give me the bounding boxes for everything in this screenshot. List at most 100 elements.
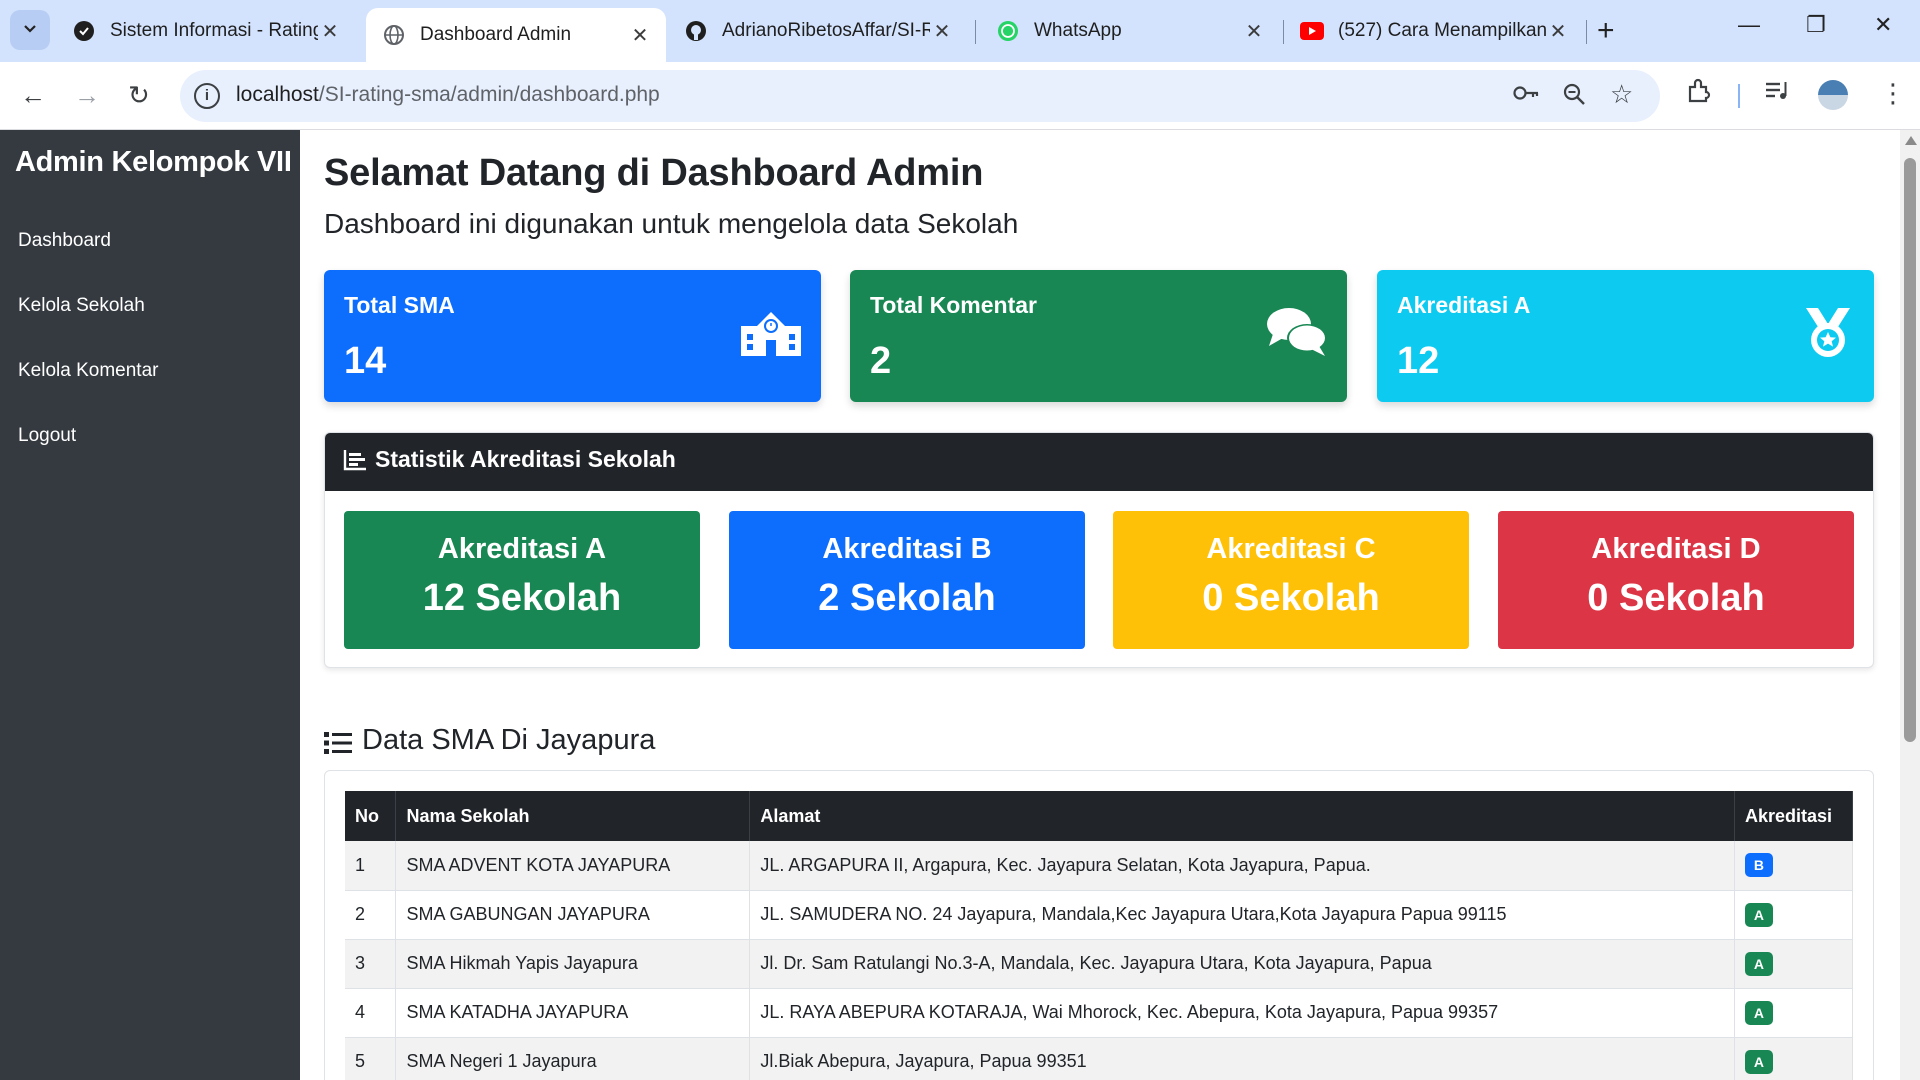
akreditasi-label: Akreditasi D [1591,533,1761,565]
column-header-alamat[interactable]: Alamat [749,791,1735,841]
cell-no: 5 [345,1037,397,1080]
cell-alamat: JL. ARGAPURA II, Argapura, Kec. Jayapura… [749,841,1735,891]
cell-no: 4 [345,988,397,1038]
column-header-nama-sekolah[interactable]: Nama Sekolah [395,791,751,841]
tab-title: (527) Cara Menampilkan [1338,20,1546,41]
media-queue-icon[interactable] [1764,78,1790,109]
akreditasi-badge: A [1744,1049,1773,1074]
close-icon[interactable]: ✕ [318,19,342,44]
column-header-akreditasi[interactable]: Akreditasi [1734,791,1854,841]
close-icon[interactable]: ✕ [930,19,954,44]
data-sma-heading: Data SMA Di Jayapura [324,724,655,757]
restore-icon[interactable]: ❐ [1806,12,1826,38]
close-icon[interactable]: ✕ [628,23,652,48]
akreditasi-c-box: Akreditasi C 0 Sekolah [1113,511,1469,649]
stat-value: 2 [870,340,892,382]
stat-label: Akreditasi A [1397,292,1531,318]
browser-toolbar: ← → ↻ i localhost/SI-rating-sma/admin/da… [0,62,1920,130]
forward-arrow-icon[interactable]: → [74,80,100,111]
stat-card-total-komentar: Total Komentar 2 [850,270,1347,402]
cell-akreditasi: B [1734,841,1854,891]
cell-akreditasi: A [1734,939,1854,989]
extensions-icon[interactable] [1686,78,1712,111]
reload-icon[interactable]: ↻ [128,80,150,111]
akreditasi-count: 0 Sekolah [1587,577,1765,619]
data-sma-table: No Nama Sekolah Alamat Akreditasi 1 SMA … [345,791,1854,1080]
minimize-icon[interactable]: — [1738,12,1760,38]
sidebar-item-kelola-sekolah[interactable]: Kelola Sekolah [18,295,145,317]
scrollbar-thumb[interactable] [1904,158,1916,742]
page-subtitle: Dashboard ini digunakan untuk mengelola … [324,208,1019,239]
back-arrow-icon[interactable]: ← [20,80,46,111]
akreditasi-badge: A [1744,951,1773,976]
table-row[interactable]: 1 SMA ADVENT KOTA JAYAPURA JL. ARGAPURA … [345,841,1854,891]
new-tab-plus-icon[interactable]: + [1597,14,1615,48]
tab-dashboard-admin[interactable]: Dashboard Admin ✕ [366,8,666,62]
key-icon[interactable] [1512,82,1540,110]
tab-separator [1586,20,1587,44]
site-favicon-icon [72,19,96,43]
akreditasi-count: 12 Sekolah [422,577,622,619]
tab-title: AdrianoRibetosAffar/SI-R [722,20,930,41]
akreditasi-count: 2 Sekolah [818,577,996,619]
cell-nama-sekolah: SMA GABUNGAN JAYAPURA [395,890,751,940]
main-content: Selamat Datang di Dashboard Admin Dashbo… [300,130,1900,1080]
section-title: Data SMA Di Jayapura [362,724,656,756]
panel-header: Statistik Akreditasi Sekolah [325,433,1873,491]
akreditasi-label: Akreditasi C [1206,533,1376,565]
stat-card-akreditasi-a: Akreditasi A 12 [1377,270,1874,402]
tab-search-button[interactable] [10,10,50,50]
browser-tab-bar: Sistem Informasi - Rating ✕ Dashboard Ad… [0,0,1920,62]
profile-avatar[interactable] [1818,80,1848,110]
cell-nama-sekolah: SMA Hikmah Yapis Jayapura [395,939,751,989]
url-text[interactable]: localhost/SI-rating-sma/admin/dashboard.… [236,83,660,107]
cell-no: 2 [345,890,397,940]
sidebar-item-dashboard[interactable]: Dashboard [18,230,111,252]
scroll-up-arrow-icon[interactable] [1905,136,1917,145]
sidebar-item-kelola-komentar[interactable]: Kelola Komentar [18,360,158,382]
chevron-down-icon [22,20,38,41]
window-close-icon[interactable]: ✕ [1874,12,1892,38]
table-row[interactable]: 2 SMA GABUNGAN JAYAPURA JL. SAMUDERA NO.… [345,890,1854,940]
tab-youtube[interactable]: (527) Cara Menampilkan ✕ [1284,8,1584,54]
youtube-icon [1300,19,1324,43]
column-header-no[interactable]: No [345,791,397,841]
akreditasi-count: 0 Sekolah [1202,577,1380,619]
globe-icon [382,23,406,47]
cell-akreditasi: A [1734,1037,1854,1080]
whatsapp-icon [996,19,1020,43]
bookmark-star-icon[interactable]: ☆ [1610,79,1633,110]
page-title: Selamat Datang di Dashboard Admin [324,152,984,194]
tab-separator [975,20,976,44]
toolbar-separator [1738,84,1740,108]
cell-akreditasi: A [1734,988,1854,1038]
table-row[interactable]: 5 SMA Negeri 1 Jayapura Jl.Biak Abepura,… [345,1037,1854,1080]
akreditasi-label: Akreditasi B [822,533,992,565]
cell-no: 1 [345,841,397,891]
cell-alamat: Jl. Dr. Sam Ratulangi No.3-A, Mandala, K… [749,939,1735,989]
address-bar[interactable]: i localhost/SI-rating-sma/admin/dashboar… [180,70,1660,122]
stat-card-total-sma: Total SMA 14 [324,270,821,402]
table-row[interactable]: 4 SMA KATADHA JAYAPURA JL. RAYA ABEPURA … [345,988,1854,1038]
close-icon[interactable]: ✕ [1242,19,1266,44]
close-icon[interactable]: ✕ [1546,19,1570,44]
cell-akreditasi: A [1734,890,1854,940]
tab-github[interactable]: AdrianoRibetosAffar/SI-R ✕ [668,8,968,54]
url-path: /SI-rating-sma/admin/dashboard.php [318,83,660,106]
stat-value: 12 [1397,340,1440,382]
table-row[interactable]: 3 SMA Hikmah Yapis Jayapura Jl. Dr. Sam … [345,939,1854,989]
tab-whatsapp[interactable]: WhatsApp ✕ [980,8,1280,54]
tab-title: WhatsApp [1034,20,1122,41]
akreditasi-b-box: Akreditasi B 2 Sekolah [729,511,1085,649]
zoom-icon[interactable] [1562,82,1586,112]
cell-alamat: JL. RAYA ABEPURA KOTARAJA, Wai Mhorock, … [749,988,1735,1038]
cell-alamat: Jl.Biak Abepura, Jayapura, Papua 99351 [749,1037,1735,1080]
sidebar-item-logout[interactable]: Logout [18,425,76,447]
site-info-icon[interactable]: i [194,83,220,109]
tab-sistem-informasi[interactable]: Sistem Informasi - Rating ✕ [56,8,356,54]
more-menu-icon[interactable]: ⋮ [1880,78,1906,109]
stat-label: Total SMA [344,292,455,318]
page-scrollbar[interactable] [1900,130,1920,1080]
cell-nama-sekolah: SMA KATADHA JAYAPURA [395,988,751,1038]
akreditasi-d-box: Akreditasi D 0 Sekolah [1498,511,1854,649]
